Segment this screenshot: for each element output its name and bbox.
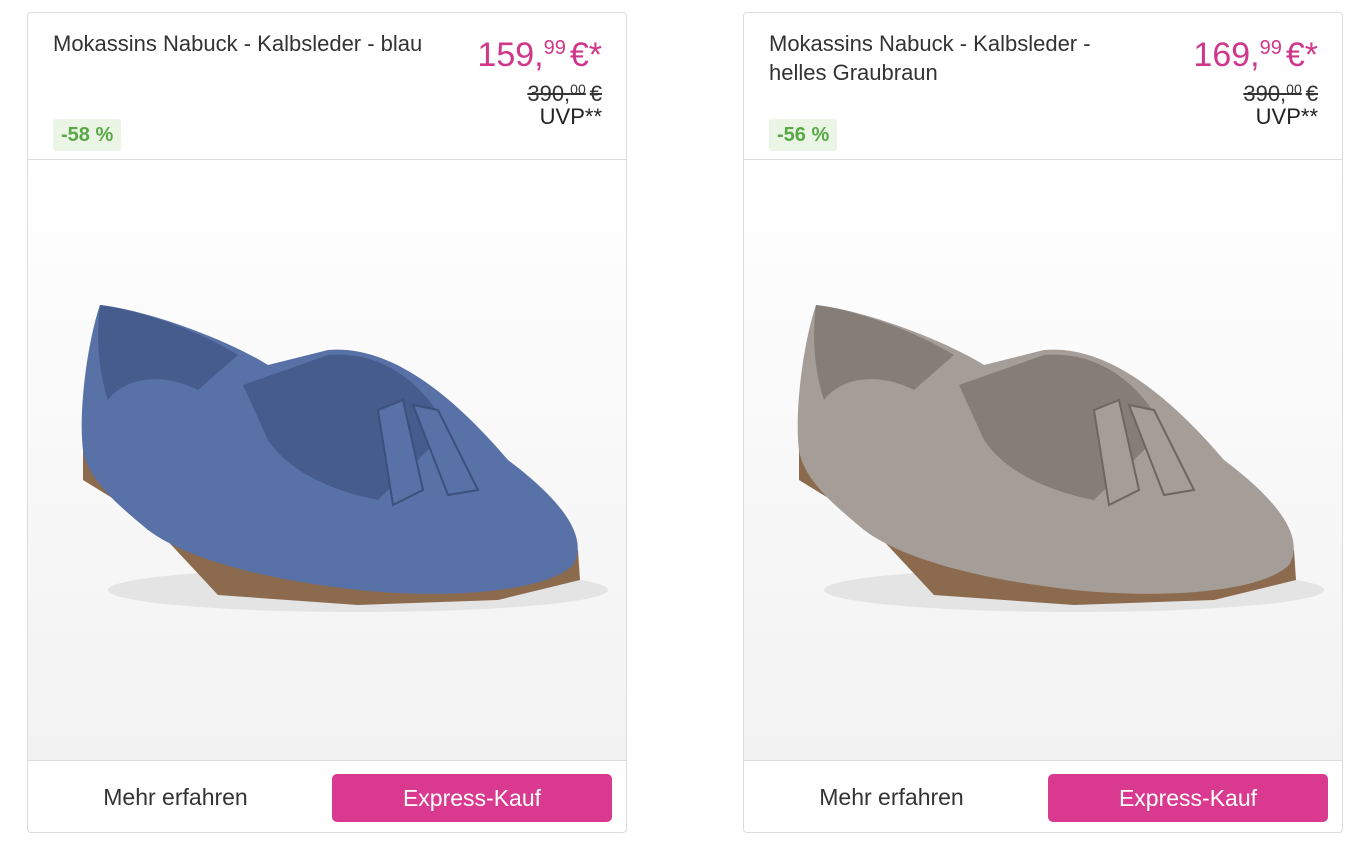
- price-cents: 99: [1259, 37, 1282, 59]
- discount-badge: -56 %: [769, 119, 838, 151]
- more-info-link[interactable]: Mehr erfahren: [784, 783, 999, 811]
- uvp-label: UVP**: [1255, 104, 1318, 129]
- product-title[interactable]: Mokassins Nabuck - Kalbsleder - helles G…: [769, 29, 1149, 87]
- price-suffix: €*: [1285, 36, 1318, 74]
- price-suffix: €*: [569, 36, 602, 74]
- more-info-link[interactable]: Mehr erfahren: [68, 783, 283, 811]
- uvp-label: UVP**: [539, 104, 602, 129]
- product-card: Mokassins Nabuck - Kalbsleder - helles G…: [743, 12, 1343, 833]
- express-buy-button[interactable]: Express-Kauf: [1048, 774, 1328, 822]
- price: 169,99 €*: [1193, 29, 1318, 74]
- product-image[interactable]: [28, 160, 626, 761]
- product-image[interactable]: [744, 160, 1342, 761]
- shoe-image: [81, 305, 608, 612]
- product-title[interactable]: Mokassins Nabuck - Kalbsleder - blau: [53, 29, 433, 58]
- old-price: 390,00 €: [1243, 77, 1318, 106]
- old-price-suffix: €: [589, 81, 602, 106]
- discount-badge: -58 %: [53, 119, 122, 151]
- old-price-cents: 00: [1286, 81, 1302, 97]
- old-price-cents: 00: [570, 81, 586, 97]
- old-price-main: 390,: [527, 81, 571, 106]
- express-buy-button[interactable]: Express-Kauf: [332, 774, 612, 822]
- old-price-main: 390,: [1243, 81, 1287, 106]
- price-cents: 99: [543, 37, 566, 59]
- price-main: 159,: [477, 36, 544, 74]
- product-card: Mokassins Nabuck - Kalbsleder - blau 159…: [27, 12, 627, 833]
- product-actions: Mehr erfahren Express-Kauf: [744, 761, 1342, 832]
- old-price: 390,00 €: [527, 77, 602, 106]
- old-price-suffix: €: [1305, 81, 1318, 106]
- product-header: Mokassins Nabuck - Kalbsleder - helles G…: [744, 13, 1342, 160]
- shoe-image: [797, 305, 1324, 612]
- product-header: Mokassins Nabuck - Kalbsleder - blau 159…: [28, 13, 626, 160]
- price: 159,99 €*: [477, 29, 602, 74]
- price-main: 169,: [1193, 36, 1260, 74]
- product-actions: Mehr erfahren Express-Kauf: [28, 761, 626, 832]
- product-grid: Mokassins Nabuck - Kalbsleder - blau 159…: [0, 0, 1370, 854]
